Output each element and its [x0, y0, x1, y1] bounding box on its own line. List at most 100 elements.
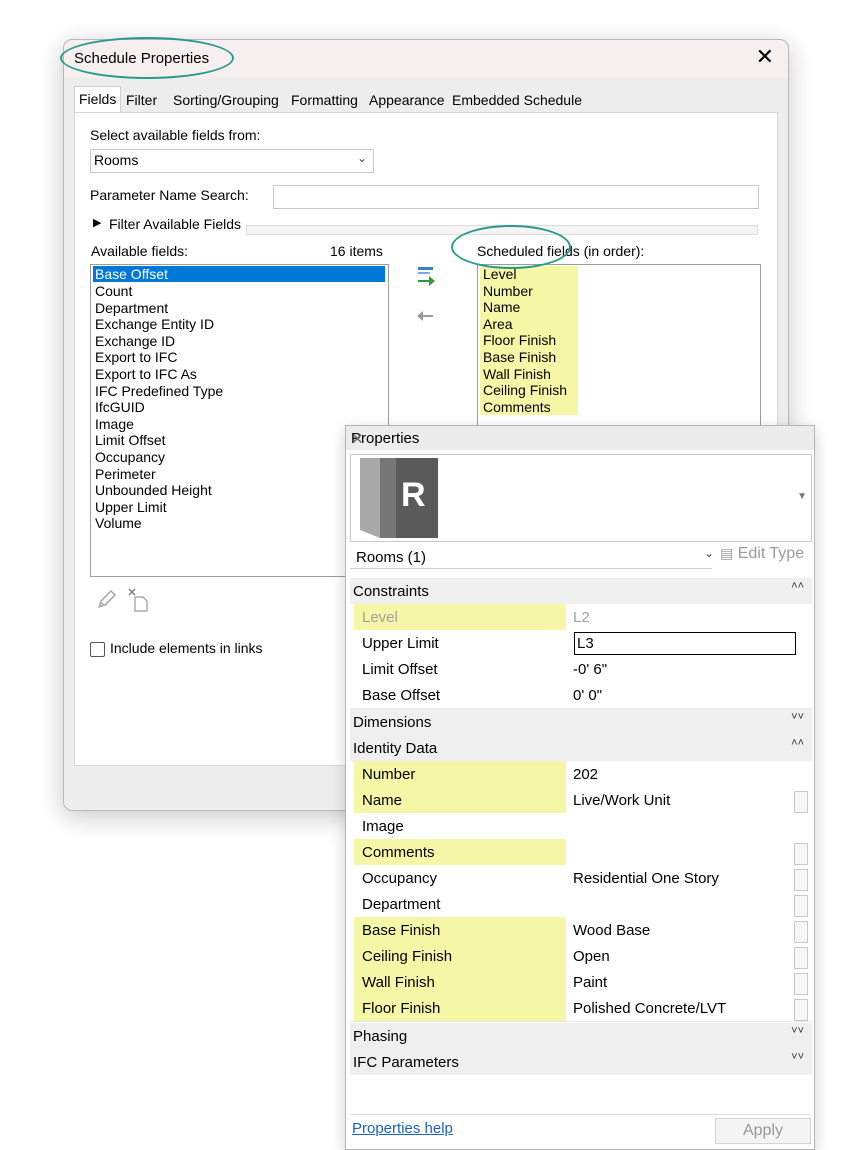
list-item[interactable]: Exchange Entity ID: [93, 316, 216, 332]
tab-embedded-schedule[interactable]: Embedded Schedule: [452, 88, 582, 112]
property-name-cell: Level: [354, 604, 566, 630]
group-title: Constraints: [353, 583, 429, 600]
tab-sorting-grouping[interactable]: Sorting/Grouping: [173, 88, 279, 112]
scheduled-fields-label: Scheduled fields (in order):: [477, 243, 645, 259]
property-name-cell: Occupancy: [354, 865, 566, 891]
list-item[interactable]: Image: [93, 416, 136, 432]
edit-text-button[interactable]: [794, 869, 808, 891]
property-name-cell: Image: [354, 813, 566, 839]
tab-fields[interactable]: Fields: [74, 86, 122, 113]
list-item[interactable]: Wall Finish: [480, 365, 578, 383]
edit-text-button[interactable]: [794, 843, 808, 865]
property-row-level[interactable]: Level L2: [350, 604, 812, 631]
group-identity-data[interactable]: Identity Data ˄˄: [350, 735, 812, 761]
dialog-title: Schedule Properties: [74, 50, 210, 67]
available-fields-label: Available fields:: [91, 243, 189, 259]
edit-text-button[interactable]: [794, 947, 808, 969]
property-name-cell: Base Offset: [354, 682, 566, 708]
list-item[interactable]: Number: [480, 282, 578, 300]
edit-text-button[interactable]: [794, 973, 808, 995]
param-search-label: Parameter Name Search:: [90, 187, 249, 203]
type-selector[interactable]: Rooms (1) ⌄: [350, 544, 716, 570]
upper-limit-input[interactable]: L3: [574, 632, 796, 655]
list-item[interactable]: Base Offset: [93, 266, 385, 282]
property-name: Comments: [362, 844, 435, 861]
list-item[interactable]: Floor Finish: [480, 332, 578, 349]
properties-help-link[interactable]: Properties help: [352, 1120, 453, 1137]
apply-button[interactable]: Apply: [715, 1118, 811, 1144]
property-row-base-offset[interactable]: Base Offset 0' 0": [350, 682, 812, 709]
expand-arrow-icon: ▶: [93, 217, 102, 229]
list-item[interactable]: Perimeter: [93, 466, 158, 482]
group-constraints[interactable]: Constraints ˄˄: [350, 578, 812, 604]
property-row-base-finish[interactable]: Base Finish Wood Base: [350, 917, 812, 944]
select-fields-label: Select available fields from:: [90, 127, 261, 143]
list-item[interactable]: Export to IFC As: [93, 366, 199, 382]
list-item[interactable]: Export to IFC: [93, 349, 179, 365]
list-item[interactable]: Department: [93, 300, 170, 316]
list-item[interactable]: Upper Limit: [93, 499, 169, 515]
property-name: Image: [362, 818, 404, 835]
add-arrow-icon: [418, 267, 435, 286]
list-item[interactable]: Comments: [480, 398, 578, 416]
edit-text-button[interactable]: [794, 999, 808, 1021]
filter-separator: [246, 225, 758, 235]
list-item[interactable]: Count: [93, 283, 134, 299]
property-row-occupancy[interactable]: Occupancy Residential One Story: [350, 865, 812, 892]
list-item[interactable]: Area: [480, 315, 578, 333]
category-dropdown[interactable]: Rooms ⌄: [90, 149, 374, 173]
add-field-button[interactable]: [415, 265, 437, 292]
list-item[interactable]: Base Finish: [480, 349, 578, 366]
edit-parameter-icon[interactable]: [95, 589, 117, 611]
property-row-floor-finish[interactable]: Floor Finish Polished Concrete/LVT: [350, 995, 812, 1022]
group-dimensions[interactable]: Dimensions ˅˅: [350, 709, 812, 735]
property-row-limit-offset[interactable]: Limit Offset -0' 6": [350, 656, 812, 683]
expand-icon: ˅˅: [791, 1025, 804, 1037]
property-value: 202: [573, 766, 599, 783]
list-item[interactable]: IfcGUID: [93, 399, 147, 415]
property-row-name[interactable]: Name Live/Work Unit: [350, 787, 812, 814]
filter-available-fields[interactable]: ▶ Filter Available Fields: [90, 216, 758, 235]
list-item[interactable]: Name: [480, 299, 578, 316]
delete-parameter-icon[interactable]: [127, 587, 151, 613]
property-row-number[interactable]: Number 202: [350, 761, 812, 788]
edit-text-button[interactable]: [794, 791, 808, 813]
property-row-department[interactable]: Department: [350, 891, 812, 918]
property-row-ceiling-finish[interactable]: Ceiling Finish Open: [350, 943, 812, 970]
property-name: Base Offset: [362, 687, 441, 704]
param-search-input[interactable]: [273, 185, 759, 209]
group-ifc-parameters[interactable]: IFC Parameters ˅˅: [350, 1049, 812, 1075]
property-name: Department: [362, 896, 441, 913]
list-item[interactable]: IFC Predefined Type: [93, 383, 225, 399]
close-icon[interactable]: ✕: [351, 430, 810, 448]
property-row-wall-finish[interactable]: Wall Finish Paint: [350, 969, 812, 996]
remove-field-button[interactable]: [415, 309, 437, 328]
edit-type-button[interactable]: ▤ Edit Type: [720, 545, 804, 563]
list-item[interactable]: Volume: [93, 515, 144, 531]
close-icon[interactable]: ✕: [756, 44, 774, 70]
list-item[interactable]: Level: [480, 266, 578, 283]
list-item[interactable]: Exchange ID: [93, 333, 177, 349]
list-item[interactable]: Limit Offset: [93, 432, 168, 448]
list-item[interactable]: Ceiling Finish: [480, 382, 578, 399]
scheduled-fields-list[interactable]: Level Number Name Area Floor Finish Base…: [477, 264, 761, 436]
property-row-upper-limit[interactable]: Upper Limit L3: [350, 630, 812, 657]
property-value: L2: [573, 609, 590, 626]
list-item[interactable]: Occupancy: [93, 449, 167, 465]
tab-appearance[interactable]: Appearance: [369, 88, 445, 112]
edit-text-button[interactable]: [794, 895, 808, 917]
collapse-icon: ˄˄: [791, 580, 804, 592]
property-name-cell: Floor Finish: [354, 995, 566, 1021]
property-name: Number: [362, 766, 416, 783]
list-item[interactable]: Unbounded Height: [93, 482, 214, 498]
tab-filter[interactable]: Filter: [126, 88, 157, 112]
property-name: Wall Finish: [362, 974, 435, 991]
group-phasing[interactable]: Phasing ˅˅: [350, 1023, 812, 1049]
tab-formatting[interactable]: Formatting: [291, 88, 358, 112]
chevron-down-icon: ⌄: [703, 546, 714, 560]
edit-type-icon: ▤: [720, 545, 734, 561]
property-row-image[interactable]: Image: [350, 813, 812, 840]
include-links-checkbox[interactable]: [90, 642, 105, 657]
property-row-comments[interactable]: Comments: [350, 839, 812, 866]
edit-text-button[interactable]: [794, 921, 808, 943]
